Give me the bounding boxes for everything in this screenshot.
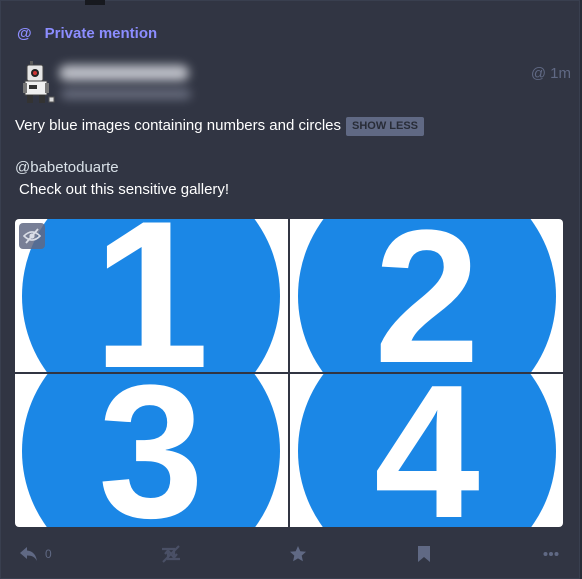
media-number-4: 4 xyxy=(374,374,480,527)
show-less-button[interactable]: SHOW LESS xyxy=(346,116,425,136)
more-icon xyxy=(543,552,559,556)
eye-slash-icon[interactable] xyxy=(19,223,45,249)
boost-button xyxy=(160,541,182,567)
status-body-text: Check out this sensitive gallery! xyxy=(19,181,230,198)
media-number-2: 2 xyxy=(374,219,480,372)
reply-button[interactable]: 0 xyxy=(19,541,52,567)
reply-icon xyxy=(20,547,37,561)
boost-disabled-icon xyxy=(162,545,180,563)
at-icon: @ xyxy=(17,24,32,42)
reply-count: 0 xyxy=(45,547,52,561)
at-icon: @ xyxy=(530,65,547,82)
bookmark-icon xyxy=(418,546,430,562)
status-timestamp[interactable]: @ 1m xyxy=(531,65,571,82)
media-item-3[interactable]: 3 xyxy=(15,374,288,527)
status-content: Very blue images containing numbers and … xyxy=(15,116,565,200)
status-action-bar: 0 xyxy=(19,541,563,567)
media-number-1: 1 xyxy=(93,219,210,372)
media-gallery: 1 2 3 4 xyxy=(15,219,563,527)
more-button[interactable] xyxy=(543,541,559,567)
media-item-2[interactable]: 2 xyxy=(290,219,563,372)
media-number-3: 3 xyxy=(98,374,204,527)
status-author[interactable]: @ 1m xyxy=(21,59,571,107)
bookmark-button[interactable] xyxy=(417,541,431,567)
media-item-4[interactable]: 4 xyxy=(290,374,563,527)
private-mention-header: @ Private mention xyxy=(17,23,157,43)
status-card: @ Private mention @ 1m Very blue images … xyxy=(0,0,580,579)
private-mention-label: Private mention xyxy=(44,24,158,42)
avatar[interactable] xyxy=(21,59,55,105)
display-name-blurred[interactable] xyxy=(59,63,209,103)
media-item-1[interactable]: 1 xyxy=(15,219,288,372)
content-warning-text: Very blue images containing numbers and … xyxy=(15,117,342,134)
mention-link[interactable]: @babetoduarte xyxy=(15,158,565,178)
star-icon xyxy=(290,546,306,562)
top-divider xyxy=(85,0,105,5)
relative-time: 1m xyxy=(550,65,571,82)
favourite-button[interactable] xyxy=(289,541,307,567)
